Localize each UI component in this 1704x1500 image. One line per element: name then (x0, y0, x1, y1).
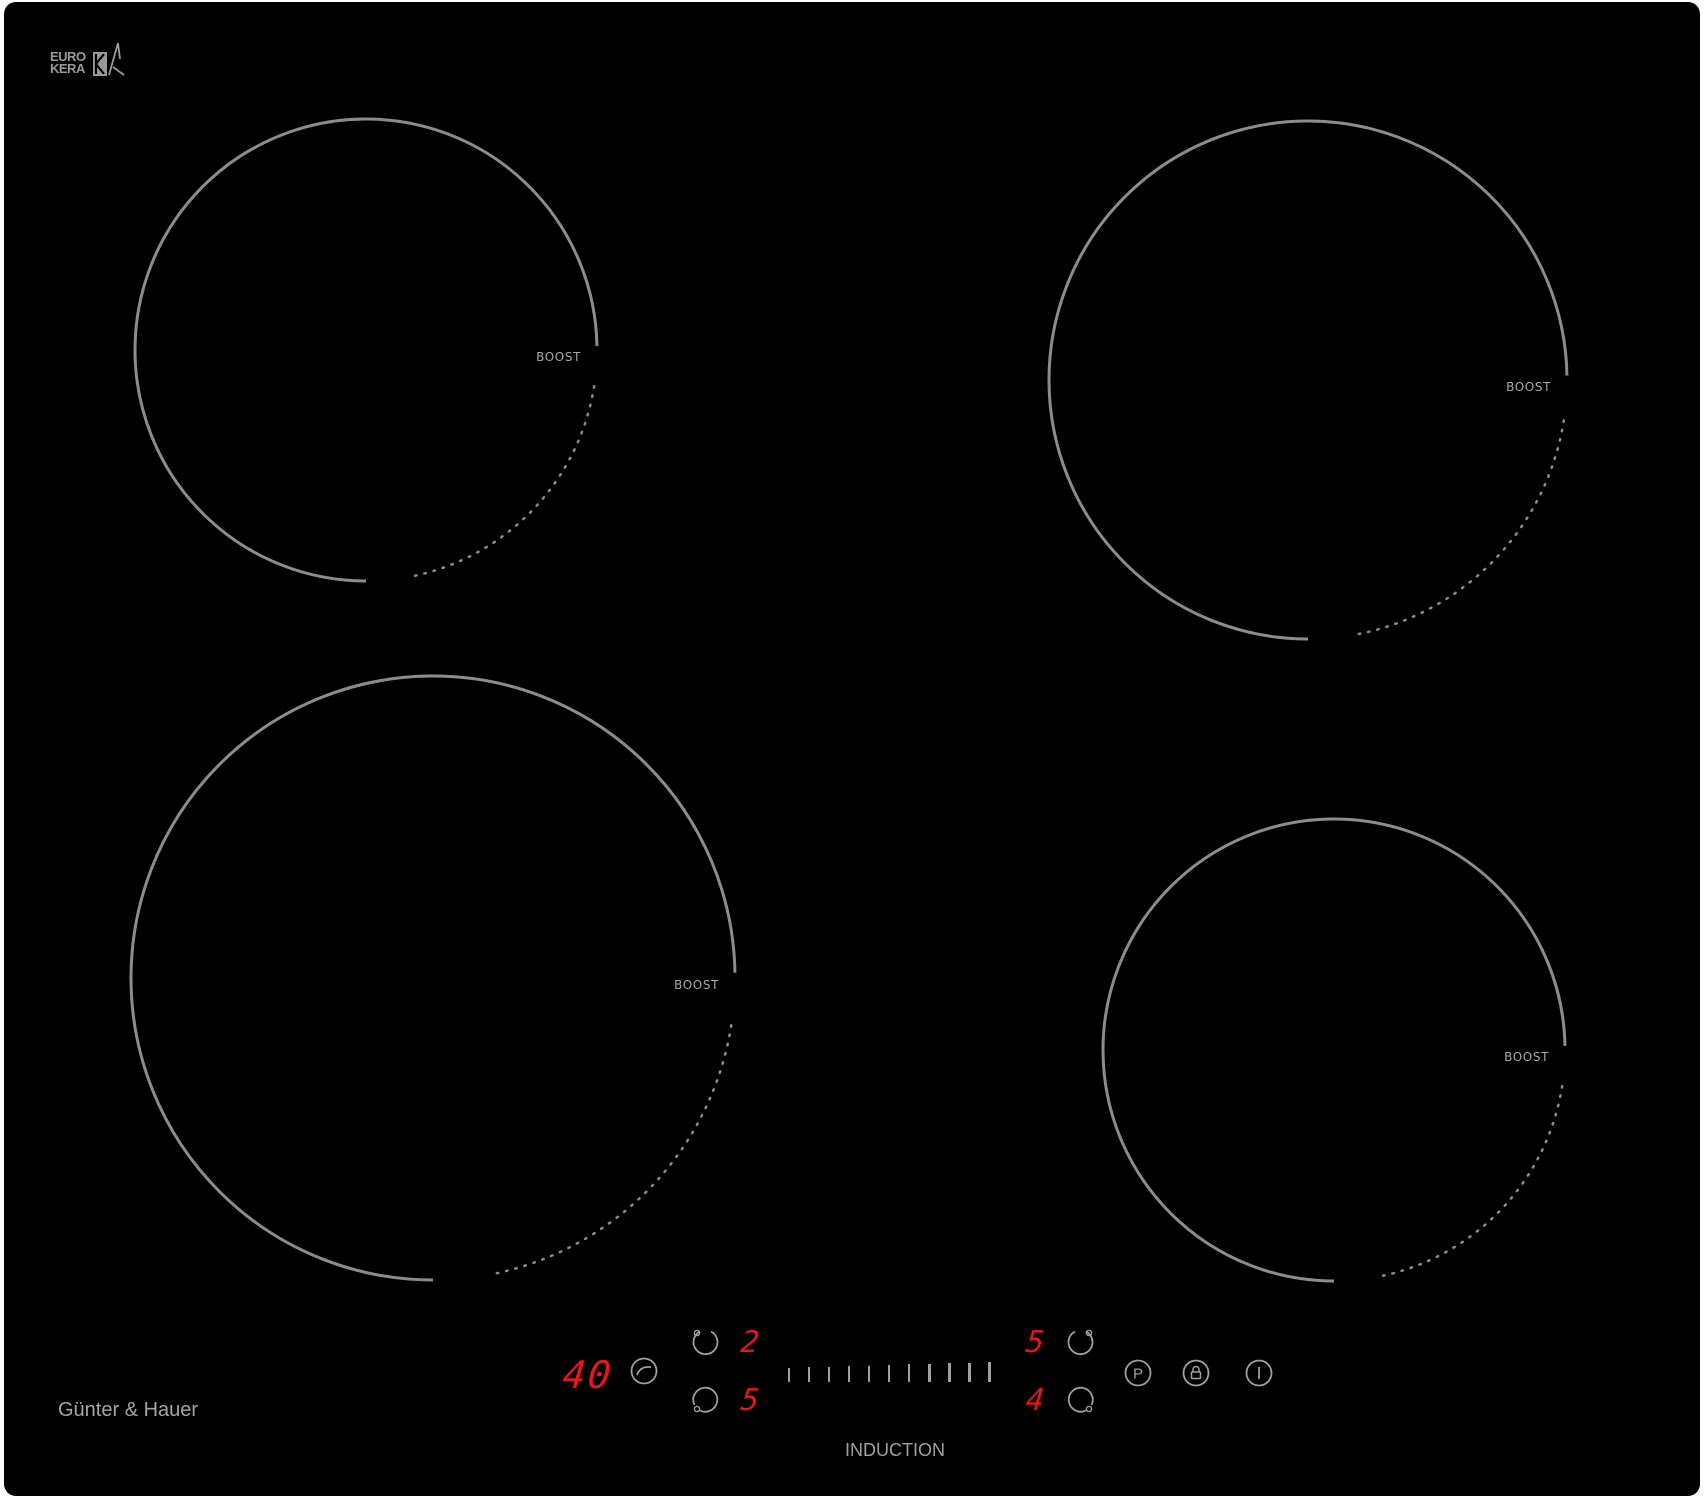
slider-tick[interactable] (928, 1363, 931, 1382)
lock-icon[interactable] (1181, 1358, 1211, 1388)
zone-front-right-icon[interactable] (1066, 1385, 1096, 1415)
power-slider[interactable] (788, 1362, 998, 1384)
slider-tick[interactable] (968, 1362, 971, 1382)
zone-rear-left[interactable]: BOOST (133, 117, 599, 583)
brand-name: Günter & Hauer (58, 1399, 199, 1421)
pause-label: P (1133, 1366, 1143, 1383)
boost-dotted-arc[interactable] (489, 1023, 733, 1276)
boost-label: BOOST (1504, 1050, 1549, 1064)
zone-rear-left-icon[interactable] (690, 1327, 720, 1357)
timer-icon[interactable] (629, 1356, 659, 1386)
slider-tick[interactable] (948, 1363, 951, 1382)
boost-dotted-arc[interactable] (1376, 1084, 1564, 1279)
slider-tick[interactable] (828, 1366, 830, 1382)
boost-dotted-arc[interactable] (408, 384, 596, 579)
zone-rear-right[interactable]: BOOST (1047, 119, 1569, 641)
level-rear-right: 5 (1024, 1325, 1046, 1360)
slider-tick[interactable] (908, 1364, 911, 1382)
timer-display: 40 (560, 1353, 616, 1397)
slider-tick[interactable] (808, 1367, 810, 1382)
slider-tick[interactable] (788, 1368, 790, 1382)
zone-rear-right-icon[interactable] (1066, 1327, 1096, 1357)
boost-label: BOOST (674, 978, 719, 992)
model-label: INDUCTION (845, 1440, 945, 1460)
cooking-zones-layer: BOOST BOOST BOOST BOOST (129, 117, 1569, 1283)
slider-tick[interactable] (888, 1365, 891, 1382)
boost-label: BOOST (1506, 380, 1551, 394)
zone-ring-arc (1101, 817, 1567, 1283)
induction-hob-panel: EURO KERA BOOST BOOST BOOST BOOST Günter… (4, 2, 1700, 1496)
zone-front-right[interactable]: BOOST (1101, 817, 1567, 1283)
slider-tick[interactable] (868, 1365, 871, 1382)
slider-tick[interactable] (848, 1366, 850, 1382)
zone-ring-arc (129, 674, 737, 1282)
zone-ring-arc (1047, 119, 1569, 641)
level-front-left: 5 (739, 1383, 761, 1418)
power-icon[interactable] (1244, 1358, 1274, 1388)
zone-front-left-icon[interactable] (690, 1385, 720, 1415)
slider-tick[interactable] (988, 1362, 991, 1382)
pause-p-icon[interactable]: P (1123, 1358, 1153, 1388)
boost-dotted-arc[interactable] (1356, 419, 1566, 636)
zone-ring-arc (133, 117, 599, 583)
boost-label: BOOST (536, 350, 581, 364)
level-rear-left: 2 (739, 1325, 761, 1360)
zone-front-left[interactable]: BOOST (129, 674, 737, 1282)
level-front-right: 4 (1024, 1383, 1046, 1418)
